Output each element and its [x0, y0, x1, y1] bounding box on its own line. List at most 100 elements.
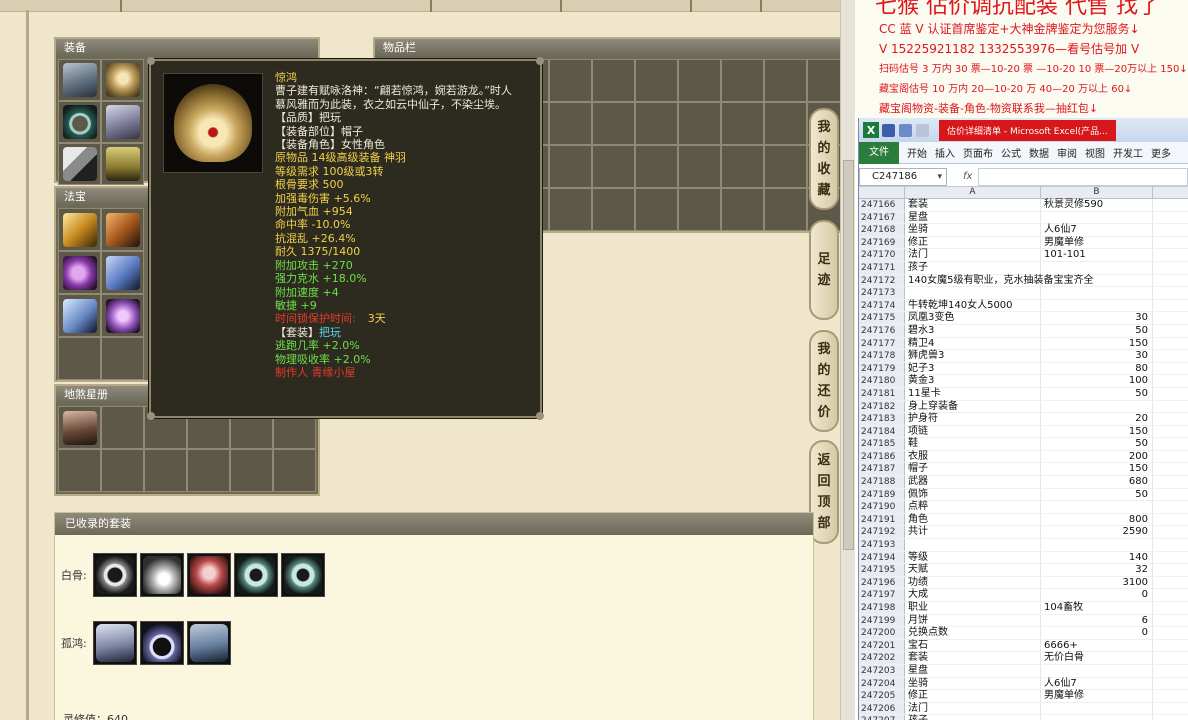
- row-number[interactable]: 247179: [859, 362, 905, 375]
- row-number[interactable]: 247207: [859, 715, 905, 720]
- dishaxinglu-slot[interactable]: [230, 449, 273, 492]
- cell-a[interactable]: 天赋: [905, 564, 1041, 576]
- cell-c[interactable]: [1153, 577, 1188, 589]
- row-number[interactable]: 247200: [859, 627, 905, 639]
- cell-a[interactable]: 角色: [905, 513, 1041, 526]
- cell-b[interactable]: 200: [1041, 450, 1153, 463]
- cell-a[interactable]: 修正: [905, 236, 1041, 249]
- row-number[interactable]: 247203: [859, 664, 905, 677]
- cell-a[interactable]: 武器: [905, 476, 1041, 488]
- fabao-slot[interactable]: [101, 294, 144, 337]
- cell-a[interactable]: 精卫4: [905, 337, 1041, 350]
- dishaxinglu-slot[interactable]: [144, 449, 187, 492]
- row-number[interactable]: 247181: [859, 387, 905, 400]
- fabao-slot[interactable]: [101, 251, 144, 294]
- cell-c[interactable]: [1153, 552, 1188, 564]
- cell-a[interactable]: 衣服: [905, 450, 1041, 463]
- cell-c[interactable]: [1153, 690, 1188, 702]
- row-number[interactable]: 247190: [859, 501, 905, 513]
- row-number[interactable]: 247204: [859, 677, 905, 690]
- set-item[interactable]: [187, 621, 231, 665]
- row-number[interactable]: 247197: [859, 589, 905, 601]
- row-number[interactable]: 247202: [859, 652, 905, 664]
- cell-b[interactable]: 150: [1041, 463, 1153, 476]
- set-item[interactable]: [187, 553, 231, 597]
- row-number[interactable]: 247180: [859, 375, 905, 387]
- cell-b[interactable]: [1041, 261, 1153, 274]
- footprint-button[interactable]: 足 迹: [809, 220, 839, 320]
- cell-c[interactable]: [1153, 564, 1188, 576]
- redo-icon[interactable]: [916, 123, 929, 137]
- cell-a[interactable]: 兑换点数: [905, 627, 1041, 639]
- inventory-slot[interactable]: [764, 59, 807, 102]
- inventory-slot[interactable]: [635, 188, 678, 231]
- set-item[interactable]: [140, 553, 184, 597]
- row-number[interactable]: 247199: [859, 614, 905, 627]
- row-number[interactable]: 247206: [859, 702, 905, 715]
- row-number[interactable]: 247177: [859, 337, 905, 350]
- cell-b[interactable]: 800: [1041, 513, 1153, 526]
- cell-a[interactable]: 点粹: [905, 501, 1041, 513]
- cell-b[interactable]: 101-101: [1041, 249, 1153, 261]
- row-number[interactable]: 247195: [859, 564, 905, 576]
- cell-b[interactable]: [1041, 715, 1153, 720]
- row-number[interactable]: 247167: [859, 211, 905, 224]
- scrollbar-thumb[interactable]: [843, 160, 854, 550]
- set-item[interactable]: [93, 621, 137, 665]
- cell-c[interactable]: [1153, 514, 1188, 526]
- cell-b[interactable]: 104畜牧: [1041, 602, 1153, 614]
- cell-c[interactable]: [1153, 615, 1188, 627]
- inventory-slot[interactable]: [592, 59, 635, 102]
- cell-c[interactable]: [1153, 678, 1188, 690]
- cell-c[interactable]: [1153, 212, 1188, 224]
- inventory-slot[interactable]: [678, 188, 721, 231]
- row-number[interactable]: 247196: [859, 576, 905, 589]
- cell-c[interactable]: [1153, 363, 1188, 375]
- cell-b[interactable]: 3100: [1041, 576, 1153, 589]
- equipment-slot[interactable]: [58, 101, 101, 143]
- cell-b[interactable]: 680: [1041, 476, 1153, 488]
- cell-b[interactable]: [1041, 299, 1153, 312]
- page-scrollbar[interactable]: [840, 0, 855, 720]
- cell-c[interactable]: [1153, 602, 1188, 614]
- inventory-slot[interactable]: [764, 102, 807, 145]
- cell-c[interactable]: [1153, 438, 1188, 450]
- my-favorites-button[interactable]: 我 的 收 藏: [809, 108, 839, 210]
- inventory-slot[interactable]: [549, 188, 592, 231]
- inventory-slot[interactable]: [721, 102, 764, 145]
- save-icon[interactable]: [882, 123, 895, 137]
- cell-a[interactable]: 法门: [905, 702, 1041, 715]
- set-item[interactable]: [93, 553, 137, 597]
- cell-b[interactable]: 100: [1041, 375, 1153, 387]
- cell-a[interactable]: 套装: [905, 199, 1041, 211]
- row-number[interactable]: 247171: [859, 261, 905, 274]
- cell-c[interactable]: [1153, 665, 1188, 677]
- cell-b[interactable]: [1041, 274, 1153, 287]
- dishaxinglu-slot[interactable]: [58, 406, 101, 449]
- cell-b[interactable]: 无价白骨: [1041, 652, 1153, 664]
- cell-b[interactable]: 50: [1041, 324, 1153, 337]
- ribbon-tab[interactable]: 视图: [1081, 145, 1109, 160]
- cell-a[interactable]: 职业: [905, 602, 1041, 614]
- cell-b[interactable]: 2590: [1041, 526, 1153, 539]
- cell-b[interactable]: 20: [1041, 413, 1153, 425]
- equipment-slot[interactable]: [101, 143, 144, 185]
- cell-c[interactable]: [1153, 350, 1188, 362]
- cell-a[interactable]: 黄金3: [905, 375, 1041, 387]
- row-number[interactable]: 247182: [859, 400, 905, 413]
- cell-c[interactable]: [1153, 401, 1188, 413]
- set-item[interactable]: [234, 553, 278, 597]
- cell-b[interactable]: [1041, 702, 1153, 715]
- cell-c[interactable]: [1153, 237, 1188, 249]
- cell-a[interactable]: 佩饰: [905, 488, 1041, 501]
- cell-c[interactable]: [1153, 388, 1188, 400]
- cell-a[interactable]: 鞋: [905, 438, 1041, 450]
- cell-c[interactable]: [1153, 325, 1188, 337]
- equipment-slot[interactable]: [101, 101, 144, 143]
- cell-b[interactable]: 80: [1041, 362, 1153, 375]
- cell-c[interactable]: [1153, 640, 1188, 652]
- set-item[interactable]: [140, 621, 184, 665]
- inventory-slot[interactable]: [764, 145, 807, 188]
- inventory-slot[interactable]: [549, 59, 592, 102]
- fabao-slot[interactable]: [101, 337, 144, 380]
